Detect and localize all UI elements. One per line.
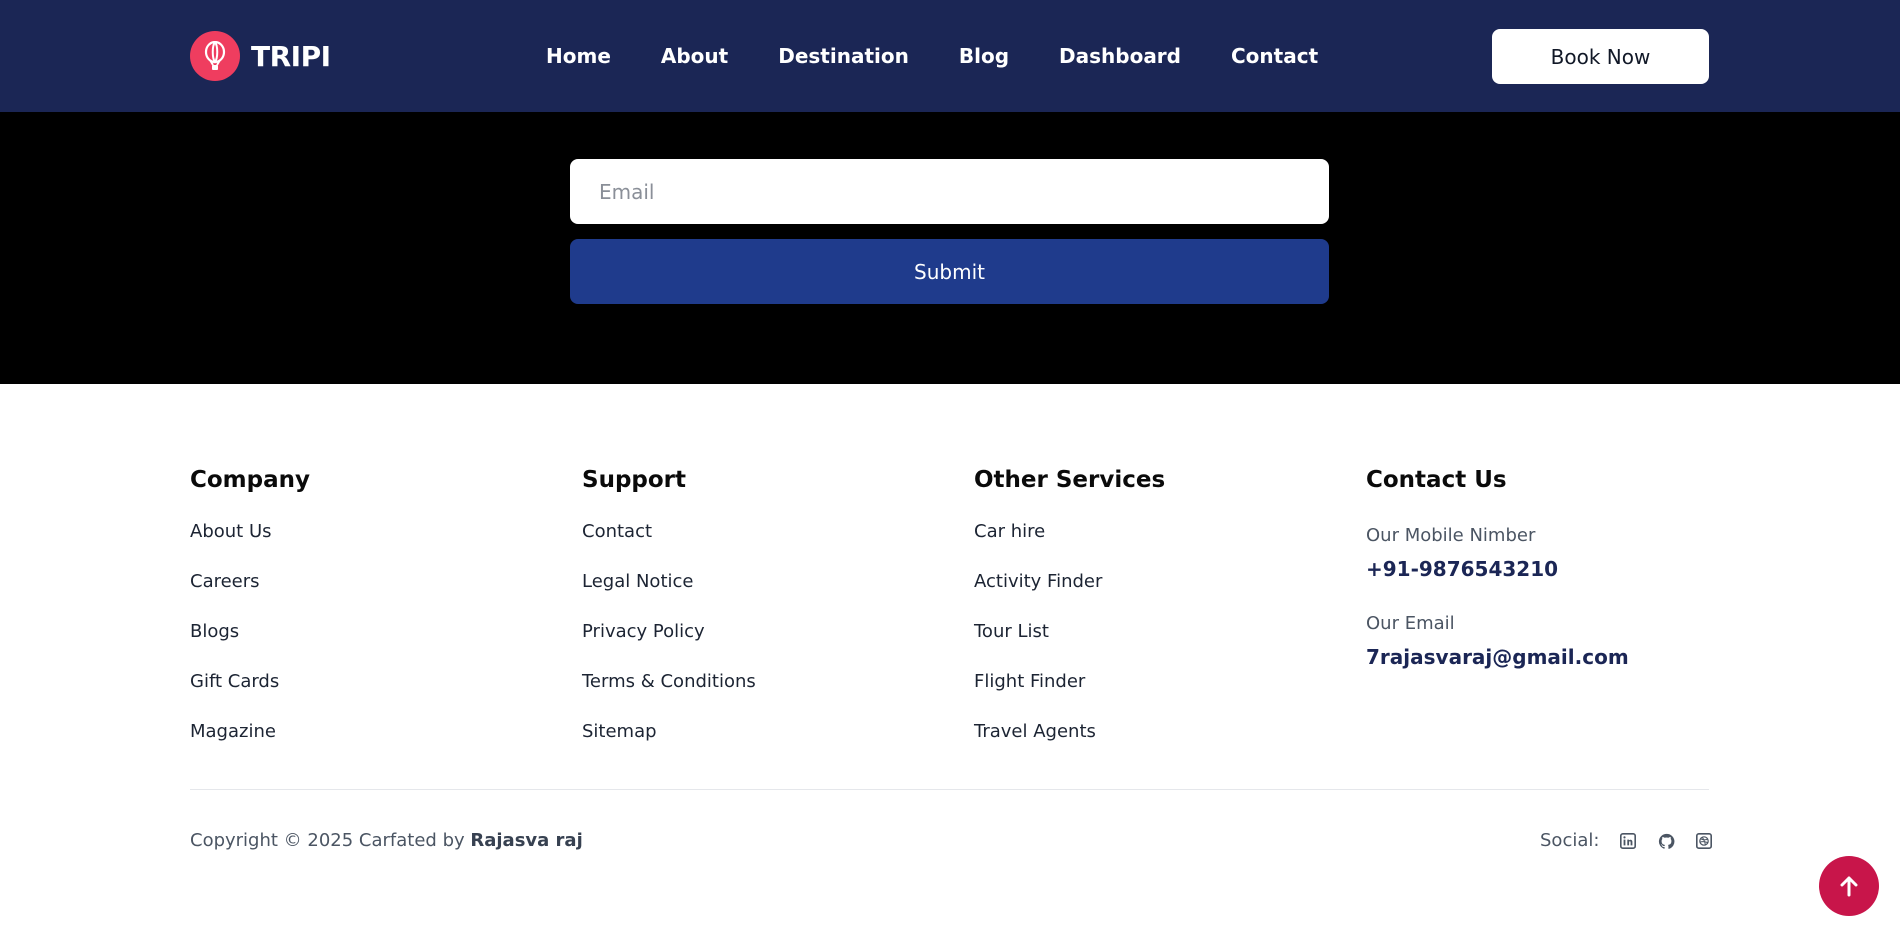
newsletter-section: Submit <box>0 112 1900 384</box>
mobile-number[interactable]: +91-9876543210 <box>1366 555 1629 583</box>
nav-contact[interactable]: Contact <box>1231 42 1318 70</box>
email-label: Our Email <box>1366 613 1455 634</box>
footer-link-terms[interactable]: Terms & Conditions <box>582 671 756 692</box>
email-input[interactable] <box>570 159 1329 224</box>
services-heading: Other Services <box>974 467 1166 493</box>
footer-link-blogs[interactable]: Blogs <box>190 621 239 642</box>
footer-link-privacy-policy[interactable]: Privacy Policy <box>582 621 705 642</box>
site-logo[interactable]: TRIPI <box>190 31 331 81</box>
footer-link-about-us[interactable]: About Us <box>190 521 272 542</box>
submit-button[interactable]: Submit <box>570 239 1329 304</box>
scroll-to-top-button[interactable] <box>1819 856 1879 916</box>
footer-link-flight-finder[interactable]: Flight Finder <box>974 671 1085 692</box>
footer-link-travel-agents[interactable]: Travel Agents <box>974 721 1096 742</box>
email-address[interactable]: 7rajasvaraj@gmail.com <box>1366 643 1629 671</box>
footer-link-gift-cards[interactable]: Gift Cards <box>190 671 279 692</box>
nav-blog[interactable]: Blog <box>959 42 1009 70</box>
copyright-prefix: Copyright © 2025 Carfated by <box>190 830 471 851</box>
footer-column-company: Company About Us Careers Blogs Gift Card… <box>190 464 310 770</box>
copyright-text: Copyright © 2025 Carfated by Rajasva raj <box>190 829 583 853</box>
support-heading: Support <box>582 467 687 493</box>
contact-heading: Contact Us <box>1366 467 1507 493</box>
footer-divider <box>190 789 1709 790</box>
footer-link-careers[interactable]: Careers <box>190 571 260 592</box>
logo-text: TRIPI <box>251 39 331 73</box>
footer-link-contact[interactable]: Contact <box>582 521 652 542</box>
main-nav: Home About Destination Blog Dashboard Co… <box>546 42 1318 70</box>
hot-air-balloon-icon <box>190 31 240 81</box>
company-heading: Company <box>190 467 310 493</box>
footer: Company About Us Careers Blogs Gift Card… <box>0 384 1900 933</box>
footer-link-legal-notice[interactable]: Legal Notice <box>582 571 693 592</box>
footer-link-sitemap[interactable]: Sitemap <box>582 721 657 742</box>
nav-about[interactable]: About <box>661 42 728 70</box>
dribbble-icon[interactable] <box>1695 832 1713 850</box>
nav-home[interactable]: Home <box>546 42 611 70</box>
footer-column-services: Other Services Car hire Activity Finder … <box>974 464 1165 770</box>
book-now-button[interactable]: Book Now <box>1492 29 1709 84</box>
social-links: Social: <box>1540 829 1713 853</box>
footer-link-car-hire[interactable]: Car hire <box>974 521 1045 542</box>
nav-dashboard[interactable]: Dashboard <box>1059 42 1181 70</box>
social-label: Social: <box>1540 830 1600 851</box>
linkedin-icon[interactable] <box>1619 832 1637 850</box>
footer-column-support: Support Contact Legal Notice Privacy Pol… <box>582 464 756 770</box>
github-icon[interactable] <box>1657 832 1675 850</box>
footer-column-contact: Contact Us Our Mobile Nimber +91-9876543… <box>1366 464 1629 671</box>
mobile-label: Our Mobile Nimber <box>1366 525 1536 546</box>
footer-link-activity-finder[interactable]: Activity Finder <box>974 571 1102 592</box>
nav-destination[interactable]: Destination <box>778 42 909 70</box>
footer-link-tour-list[interactable]: Tour List <box>974 621 1049 642</box>
arrow-up-icon <box>1839 875 1859 897</box>
footer-link-magazine[interactable]: Magazine <box>190 721 276 742</box>
copyright-author[interactable]: Rajasva raj <box>470 830 582 851</box>
top-navbar: TRIPI Home About Destination Blog Dashbo… <box>0 0 1900 112</box>
